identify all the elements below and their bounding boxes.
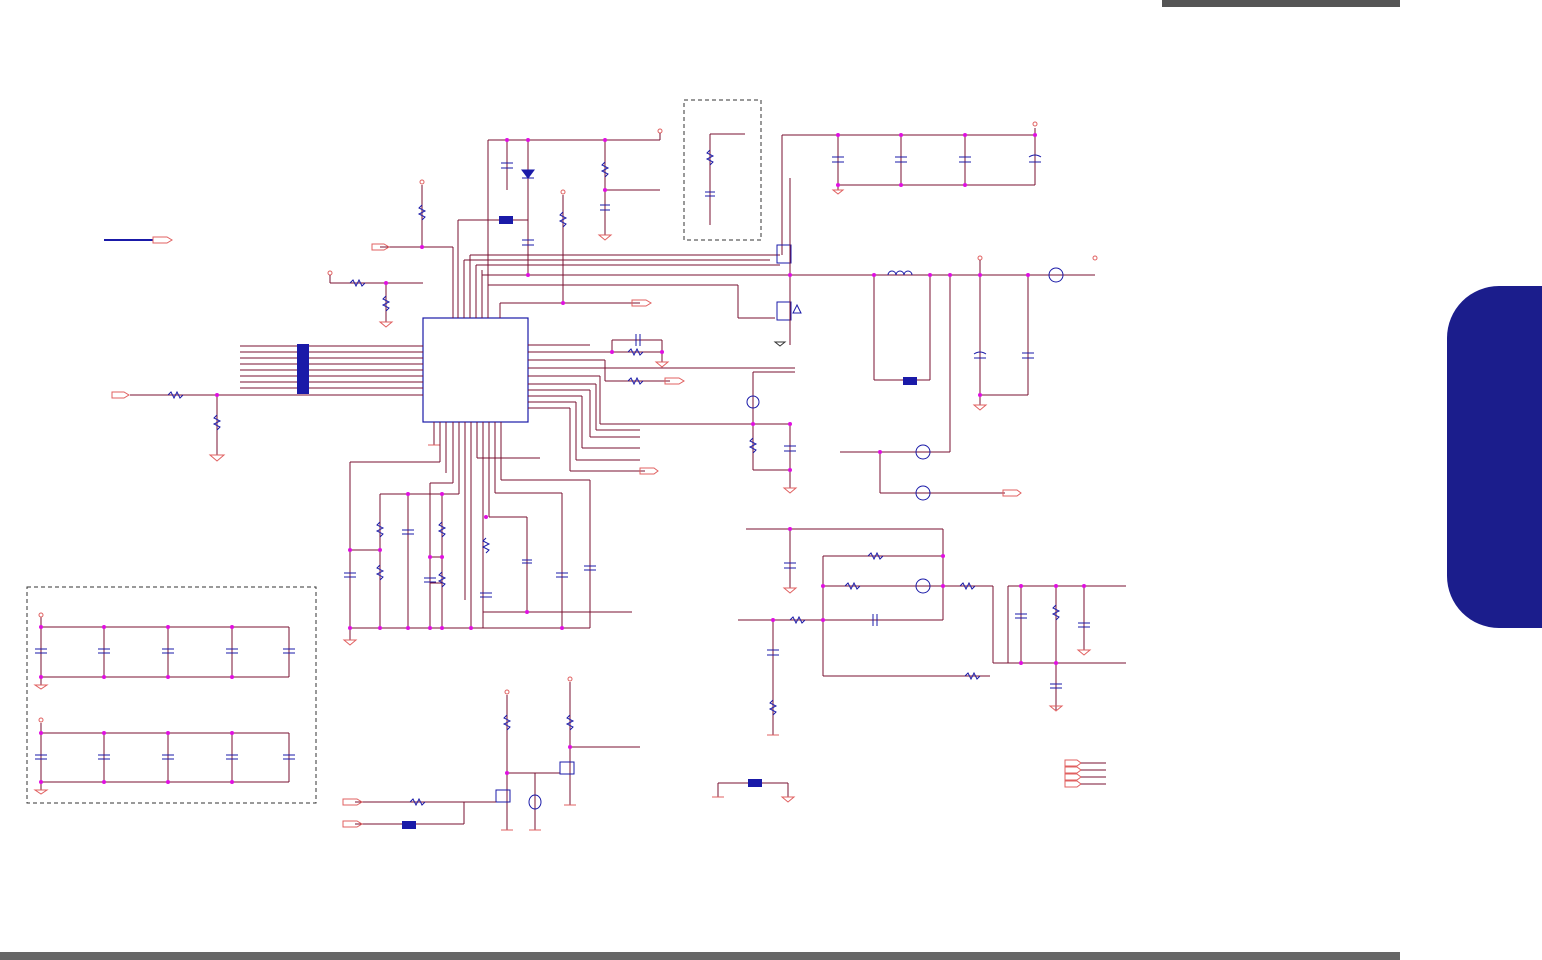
ground-icon — [1076, 649, 1092, 656]
power-rail-icon — [327, 270, 333, 276]
power-rail-icon — [567, 676, 573, 682]
jumper-icon — [499, 216, 513, 224]
dashed-group-decoupling — [26, 586, 317, 804]
ground-icon — [831, 189, 845, 195]
jumper-icon — [748, 779, 762, 787]
capacitor-icon — [35, 648, 295, 654]
ground-icon — [33, 789, 49, 795]
ground-icon — [597, 234, 613, 241]
ground-icon — [782, 487, 798, 494]
power-rail-icon — [1092, 255, 1098, 261]
power-rail-icon — [504, 689, 510, 695]
power-rail-icon — [657, 128, 663, 134]
ground-icon — [378, 321, 394, 328]
ground-icon — [773, 341, 787, 347]
dashed-group-top — [683, 99, 762, 241]
ground-icon — [712, 796, 796, 803]
mosfet-icon — [495, 789, 511, 803]
controller-ic — [422, 317, 529, 423]
jumper-icon — [402, 821, 416, 829]
inductor-icon — [887, 270, 913, 276]
left-bus-jumper — [297, 344, 309, 394]
power-rail-icon — [419, 179, 425, 185]
diode-icon — [792, 303, 802, 314]
ground-icon — [972, 404, 988, 411]
power-rail-icon — [560, 189, 566, 195]
diode-icon — [521, 169, 535, 179]
ground-icon — [33, 684, 49, 690]
ground-icon — [501, 804, 576, 831]
offpage-connector-icon — [1002, 489, 1022, 497]
mosfet-icon — [559, 761, 575, 775]
power-rail-icon — [977, 255, 983, 261]
ground-icon — [208, 454, 226, 462]
power-rail-icon — [38, 612, 44, 618]
jumper-icon — [903, 377, 917, 385]
capacitor-icon — [480, 592, 492, 598]
offpage-connector-icon — [152, 236, 173, 244]
resistor-icon — [481, 537, 491, 554]
offpage-connector-icon — [111, 391, 130, 399]
power-rail-icon — [1032, 121, 1038, 127]
schematic-diagram — [26, 99, 1126, 831]
mosfet-icon — [776, 301, 792, 321]
ground-icon — [782, 587, 798, 594]
ground-icon — [654, 361, 670, 368]
ground-icon — [342, 639, 358, 646]
left-signal-bus — [240, 345, 423, 389]
offpage-connector-icon — [1064, 759, 1082, 788]
capacitor-icon — [35, 754, 295, 760]
mosfet-icon — [776, 244, 792, 264]
power-rail-icon — [38, 717, 44, 723]
